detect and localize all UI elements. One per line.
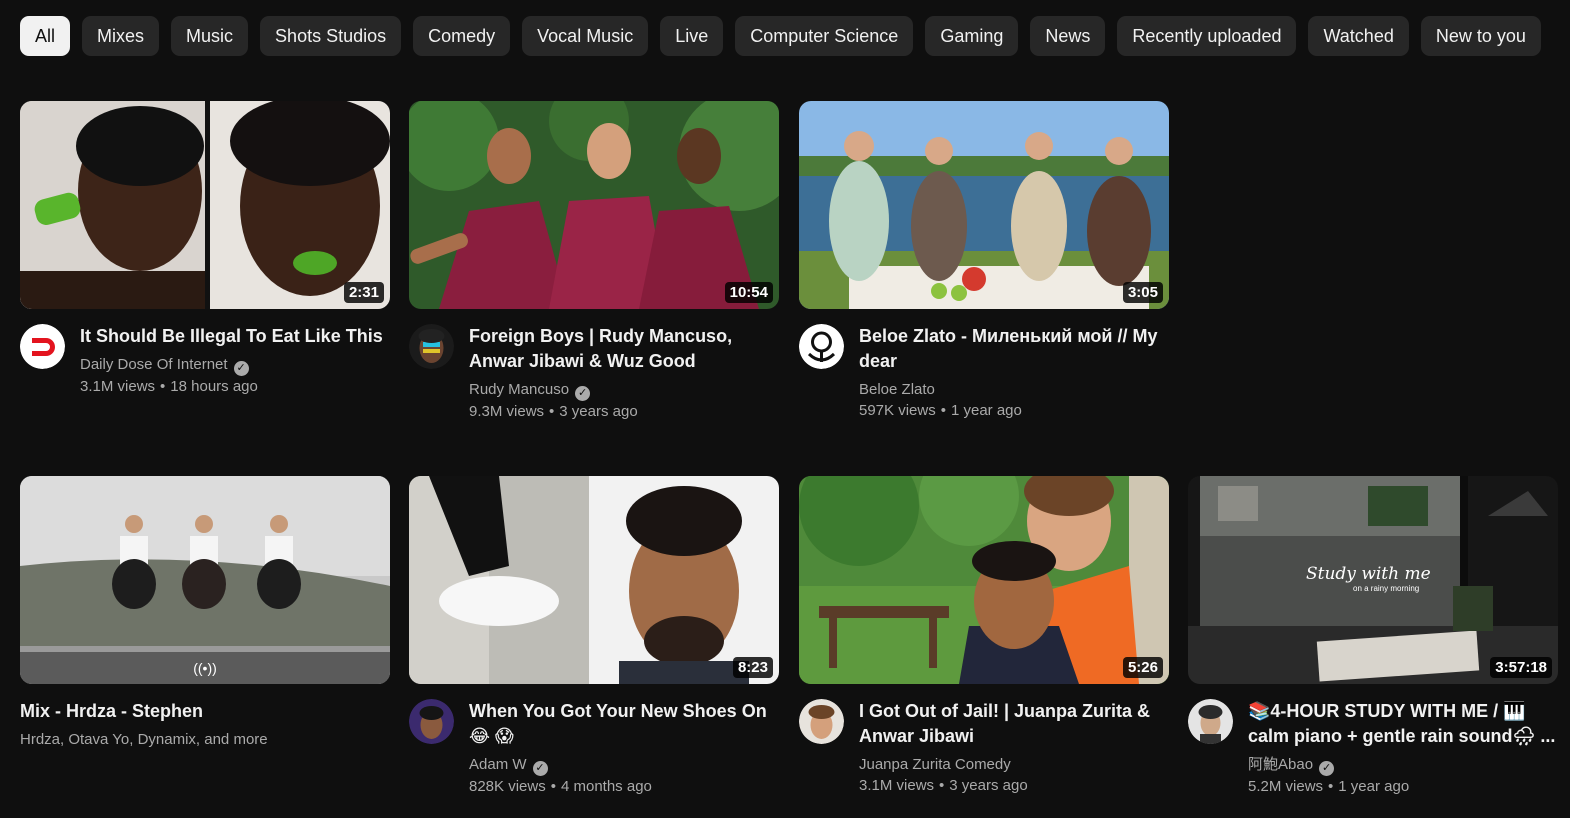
channel-name-text: Daily Dose Of Internet: [80, 356, 228, 373]
video-duration: 10:54: [724, 282, 773, 303]
chip-new-to-you[interactable]: New to you: [1420, 16, 1541, 56]
mix-radio-icon: ((•)): [20, 652, 390, 684]
video-title[interactable]: Mix - Hrdza - Stephen: [20, 699, 390, 724]
mix-artists[interactable]: Hrdza, Otava Yo, Dynamix, and more: [20, 729, 390, 750]
video-duration: 2:31: [343, 282, 384, 303]
verified-badge-icon: ✓: [1319, 761, 1335, 776]
video-stats: 3.1M views • 18 hours ago: [80, 376, 390, 397]
video-card: Study with me on a rainy morning 3:57:18…: [1188, 476, 1558, 797]
thumbnail-image: [20, 101, 390, 309]
channel-name-text: Rudy Mancuso: [469, 381, 570, 398]
video-stats: 597K views • 1 year ago: [859, 400, 1169, 421]
video-title[interactable]: 📚4-HOUR STUDY WITH ME / 🎹 calm piano + g…: [1248, 699, 1558, 749]
channel-name[interactable]: Adam W ✓: [469, 754, 779, 776]
chip-all[interactable]: All: [20, 16, 71, 56]
video-title[interactable]: It Should Be Illegal To Eat Like This: [80, 324, 390, 349]
video-thumbnail[interactable]: 10:54: [409, 101, 779, 309]
video-thumbnail[interactable]: 8:23: [409, 476, 779, 684]
video-title[interactable]: Beloe Zlato - Миленький мой // My dear: [859, 324, 1169, 374]
channel-avatar[interactable]: [799, 324, 844, 369]
study-subtitle-text: on a rainy morning: [1353, 584, 1420, 593]
chip-recently-uploaded[interactable]: Recently uploaded: [1117, 16, 1297, 56]
video-card: 2:31 It Should Be Illegal To Eat Like Th…: [20, 101, 390, 397]
channel-name[interactable]: Rudy Mancuso ✓: [469, 379, 779, 401]
video-card: 3:05 Beloe Zlato - Миленький мой // My d…: [799, 101, 1169, 421]
channel-name[interactable]: Daily Dose Of Internet ✓: [80, 354, 390, 376]
chip-gaming[interactable]: Gaming: [925, 16, 1019, 56]
video-duration: 3:57:18: [1490, 657, 1552, 678]
video-card: 5:26 I Got Out of Jail! | Juanpa Zurita …: [799, 476, 1169, 796]
video-duration: 3:05: [1122, 282, 1163, 303]
video-thumbnail[interactable]: 5:26: [799, 476, 1169, 684]
chip-comedy[interactable]: Comedy: [413, 16, 511, 56]
channel-avatar[interactable]: [1188, 699, 1233, 744]
separator-dot: •: [939, 777, 945, 794]
upload-age: 1 year ago: [950, 402, 1022, 419]
video-thumbnail[interactable]: 2:31: [20, 101, 390, 309]
video-duration: 5:26: [1122, 657, 1163, 678]
channel-name[interactable]: 阿鮑Abao ✓: [1248, 754, 1558, 776]
study-subtext-overlay: on a rainy morning: [1353, 584, 1419, 593]
channel-name-text: Beloe Zlato: [859, 381, 935, 398]
video-stats: 3.1M views • 3 years ago: [859, 775, 1169, 796]
video-duration: 8:23: [732, 657, 773, 678]
thumbnail-image: [799, 101, 1169, 309]
channel-name-text: Juanpa Zurita Comedy: [859, 756, 1011, 773]
separator-dot: •: [1328, 778, 1334, 795]
study-title-text: Study with me: [1306, 564, 1431, 584]
verified-badge-icon: ✓: [575, 386, 591, 401]
view-count: 597K views: [859, 402, 936, 419]
view-count: 828K views: [469, 778, 546, 795]
thumbnail-image: [799, 476, 1169, 684]
chip-music[interactable]: Music: [171, 16, 249, 56]
separator-dot: •: [940, 402, 946, 419]
view-count: 3.1M views: [859, 777, 935, 794]
channel-avatar[interactable]: [799, 699, 844, 744]
separator-dot: •: [550, 778, 556, 795]
chip-live[interactable]: Live: [660, 16, 724, 56]
upload-age: 4 months ago: [560, 778, 652, 795]
chip-shots-studios[interactable]: Shots Studios: [260, 16, 402, 56]
view-count: 9.3M views: [469, 403, 545, 420]
thumbnail-image: [409, 476, 779, 684]
verified-badge-icon: ✓: [532, 761, 548, 776]
channel-name[interactable]: Beloe Zlato: [859, 379, 1169, 400]
separator-dot: •: [160, 378, 166, 395]
video-card: 10:54 Foreign Boys | Rudy Mancuso, Anwar…: [409, 101, 779, 422]
video-card: 8:23 When You Got Your New Shoes On 😂 😱 …: [409, 476, 779, 797]
video-title[interactable]: I Got Out of Jail! | Juanpa Zurita & Anw…: [859, 699, 1169, 749]
channel-avatar[interactable]: [409, 699, 454, 744]
channel-avatar[interactable]: [409, 324, 454, 369]
channel-avatar[interactable]: [20, 324, 65, 369]
study-text-overlay: Study with me: [1306, 564, 1431, 584]
video-stats: 5.2M views • 1 year ago: [1248, 776, 1558, 797]
view-count: 5.2M views: [1248, 778, 1324, 795]
video-thumbnail[interactable]: ((•)): [20, 476, 390, 684]
thumbnail-image: [409, 101, 779, 309]
upload-age: 3 years ago: [559, 403, 638, 420]
chip-vocal-music[interactable]: Vocal Music: [522, 16, 649, 56]
filter-chips-bar: All Mixes Music Shots Studios Comedy Voc…: [20, 16, 1570, 56]
verified-badge-icon: ✓: [233, 361, 249, 376]
upload-age: 3 years ago: [949, 777, 1028, 794]
upload-age: 18 hours ago: [170, 378, 258, 395]
video-stats: 9.3M views • 3 years ago: [469, 401, 779, 422]
video-title[interactable]: When You Got Your New Shoes On 😂 😱: [469, 699, 779, 749]
chip-computer-science[interactable]: Computer Science: [735, 16, 914, 56]
video-title[interactable]: Foreign Boys | Rudy Mancuso, Anwar Jibaw…: [469, 324, 779, 374]
chip-mixes[interactable]: Mixes: [82, 16, 160, 56]
video-stats: 828K views • 4 months ago: [469, 776, 779, 797]
video-thumbnail[interactable]: Study with me on a rainy morning 3:57:18: [1188, 476, 1558, 684]
view-count: 3.1M views: [80, 378, 156, 395]
separator-dot: •: [549, 403, 555, 420]
channel-name-text: Adam W: [469, 756, 527, 773]
upload-age: 1 year ago: [1338, 778, 1410, 795]
channel-name[interactable]: Juanpa Zurita Comedy: [859, 754, 1169, 775]
channel-name-text: 阿鮑Abao: [1248, 756, 1314, 773]
video-card: ((•)) Mix - Hrdza - Stephen Hrdza, Otava…: [20, 476, 390, 750]
chip-watched[interactable]: Watched: [1308, 16, 1409, 56]
video-thumbnail[interactable]: 3:05: [799, 101, 1169, 309]
chip-news[interactable]: News: [1030, 16, 1106, 56]
